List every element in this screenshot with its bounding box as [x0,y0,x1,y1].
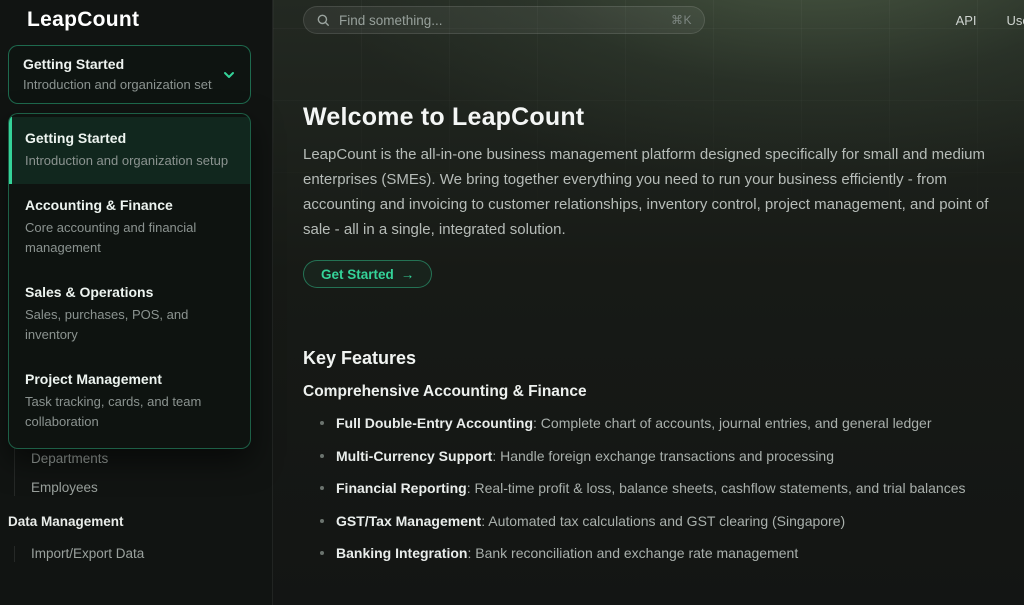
chevron-down-icon [221,67,237,83]
dropdown-item-subtitle: Introduction and organization setup [25,151,234,171]
feature-text: Banking Integration: Bank reconciliation… [336,545,798,562]
feature-list: Full Double-Entry Accounting: Complete c… [303,415,1003,578]
user-link[interactable]: User [1007,13,1024,28]
search-bar[interactable]: ⌘K [303,6,705,34]
sidebar: LeapCount Getting Started Introduction a… [0,0,273,605]
search-shortcut-hint: ⌘K [671,13,692,27]
sidebar-nav-group: Import/Export Data [14,546,272,562]
feature-text: GST/Tax Management: Automated tax calcul… [336,513,845,530]
search-icon [316,13,330,27]
app-window: LeapCount Getting Started Introduction a… [0,0,1024,605]
dropdown-item-title: Getting Started [25,130,234,146]
intro-paragraph: LeapCount is the all-in-one business man… [303,142,997,242]
feature-item: GST/Tax Management: Automated tax calcul… [303,513,1003,530]
feature-term: Financial Reporting [336,480,467,496]
key-features-heading: Key Features [303,348,416,369]
sidebar-item-departments[interactable]: Departments [31,451,272,467]
dropdown-item-subtitle: Core accounting and financial management [25,218,234,258]
sidebar-item-employees[interactable]: Employees [31,480,272,496]
feature-term: Full Double-Entry Accounting [336,415,533,431]
feature-description: : Complete chart of accounts, journal en… [533,415,931,431]
section-dropdown-menu: Getting Started Introduction and organiz… [8,113,251,449]
dropdown-item-accounting-finance[interactable]: Accounting & Finance Core accounting and… [9,184,250,271]
feature-term: Multi-Currency Support [336,448,492,464]
dropdown-item-subtitle: Task tracking, cards, and team collabora… [25,392,234,432]
topbar-links: API User [956,13,1024,28]
bullet-icon [320,486,324,490]
feature-text: Financial Reporting: Real-time profit & … [336,480,966,497]
bullet-icon [320,421,324,425]
dropdown-item-subtitle: Sales, purchases, POS, and inventory [25,305,234,345]
features-subheading: Comprehensive Accounting & Finance [303,383,587,401]
api-link[interactable]: API [956,13,977,28]
feature-item: Banking Integration: Bank reconciliation… [303,545,1003,562]
search-input[interactable] [339,13,662,28]
feature-item: Full Double-Entry Accounting: Complete c… [303,415,1003,432]
sidebar-section-data-management: Data Management [8,514,272,529]
feature-text: Full Double-Entry Accounting: Complete c… [336,415,931,432]
feature-description: : Bank reconciliation and exchange rate … [467,545,798,561]
get-started-label: Get Started [321,267,394,282]
page-title: Welcome to LeapCount [303,103,584,132]
feature-term: GST/Tax Management [336,513,481,529]
section-selector-title: Getting Started [23,56,236,72]
section-selector-subtitle: Introduction and organization set... [23,77,213,92]
feature-term: Banking Integration [336,545,467,561]
dropdown-item-title: Project Management [25,371,234,387]
main-content: ⌘K API User Welcome to LeapCount LeapCou… [273,0,1024,605]
dropdown-item-title: Accounting & Finance [25,197,234,213]
dropdown-item-getting-started[interactable]: Getting Started Introduction and organiz… [9,117,250,184]
feature-item: Multi-Currency Support: Handle foreign e… [303,448,1003,465]
bullet-icon [320,454,324,458]
sidebar-item-import-export-data[interactable]: Import/Export Data [31,546,272,562]
bullet-icon [320,551,324,555]
arrow-right-icon: → [401,267,415,282]
dropdown-item-sales-operations[interactable]: Sales & Operations Sales, purchases, POS… [9,271,250,358]
dropdown-item-title: Sales & Operations [25,284,234,300]
feature-item: Financial Reporting: Real-time profit & … [303,480,1003,497]
dropdown-item-project-management[interactable]: Project Management Task tracking, cards,… [9,358,250,445]
feature-description: : Handle foreign exchange transactions a… [492,448,834,464]
feature-description: : Real-time profit & loss, balance sheet… [467,480,966,496]
feature-description: : Automated tax calculations and GST cle… [481,513,845,529]
feature-text: Multi-Currency Support: Handle foreign e… [336,448,834,465]
app-logo[interactable]: LeapCount [27,8,139,32]
bullet-icon [320,519,324,523]
get-started-button[interactable]: Get Started → [303,260,432,288]
section-selector[interactable]: Getting Started Introduction and organiz… [8,45,251,104]
